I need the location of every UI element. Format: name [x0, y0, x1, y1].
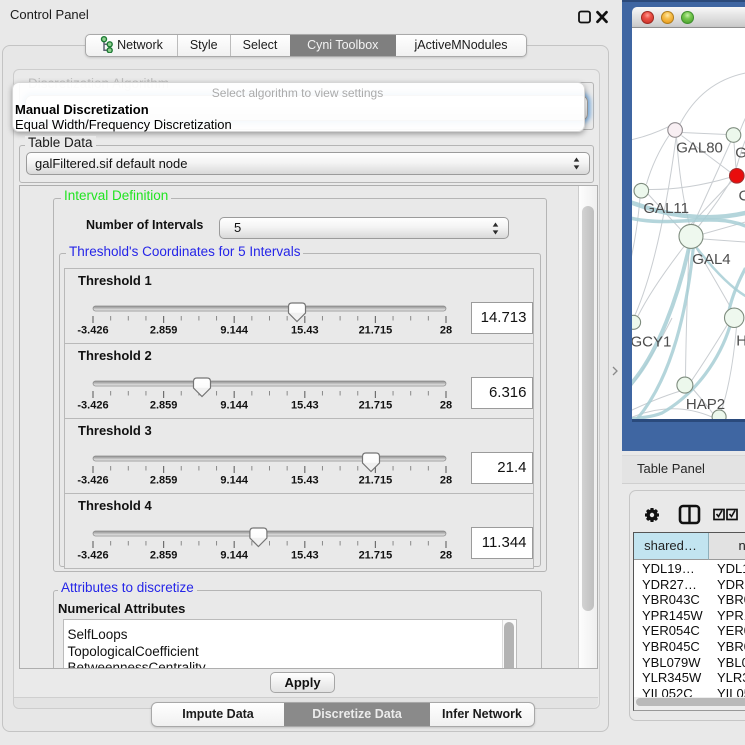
svg-text:HAP2: HAP2 [685, 396, 724, 413]
svg-text:21.715: 21.715 [359, 475, 393, 487]
svg-text:9.144: 9.144 [220, 325, 248, 337]
svg-text:H: H [736, 332, 745, 349]
svg-text:15.43: 15.43 [291, 550, 319, 562]
svg-text:GAL4: GAL4 [692, 251, 730, 268]
svg-text:-3.426: -3.426 [77, 550, 108, 562]
svg-text:2.859: 2.859 [150, 475, 178, 487]
svg-text:15.43: 15.43 [291, 325, 319, 337]
svg-text:21.715: 21.715 [359, 400, 393, 412]
svg-text:28: 28 [440, 325, 452, 337]
svg-text:15.43: 15.43 [291, 475, 319, 487]
svg-text:GAL3: GAL3 [735, 145, 745, 162]
svg-text:-3.426: -3.426 [77, 475, 108, 487]
svg-text:9.144: 9.144 [220, 475, 248, 487]
svg-text:GCY1: GCY1 [632, 333, 671, 350]
svg-text:2.859: 2.859 [150, 550, 178, 562]
svg-text:-3.426: -3.426 [77, 400, 108, 412]
svg-text:2.859: 2.859 [150, 400, 178, 412]
svg-text:21.715: 21.715 [359, 325, 393, 337]
svg-text:28: 28 [440, 475, 452, 487]
svg-text:9.144: 9.144 [220, 400, 248, 412]
svg-text:9.144: 9.144 [220, 550, 248, 562]
svg-text:GAL80: GAL80 [676, 139, 723, 156]
svg-text:28: 28 [440, 550, 452, 562]
svg-text:15.43: 15.43 [291, 400, 319, 412]
svg-text:28: 28 [440, 400, 452, 412]
svg-text:-3.426: -3.426 [77, 325, 108, 337]
svg-text:2.859: 2.859 [150, 325, 178, 337]
svg-text:GAL11: GAL11 [643, 200, 689, 217]
svg-text:CDC3: CDC3 [738, 188, 745, 205]
svg-text:21.715: 21.715 [359, 550, 393, 562]
